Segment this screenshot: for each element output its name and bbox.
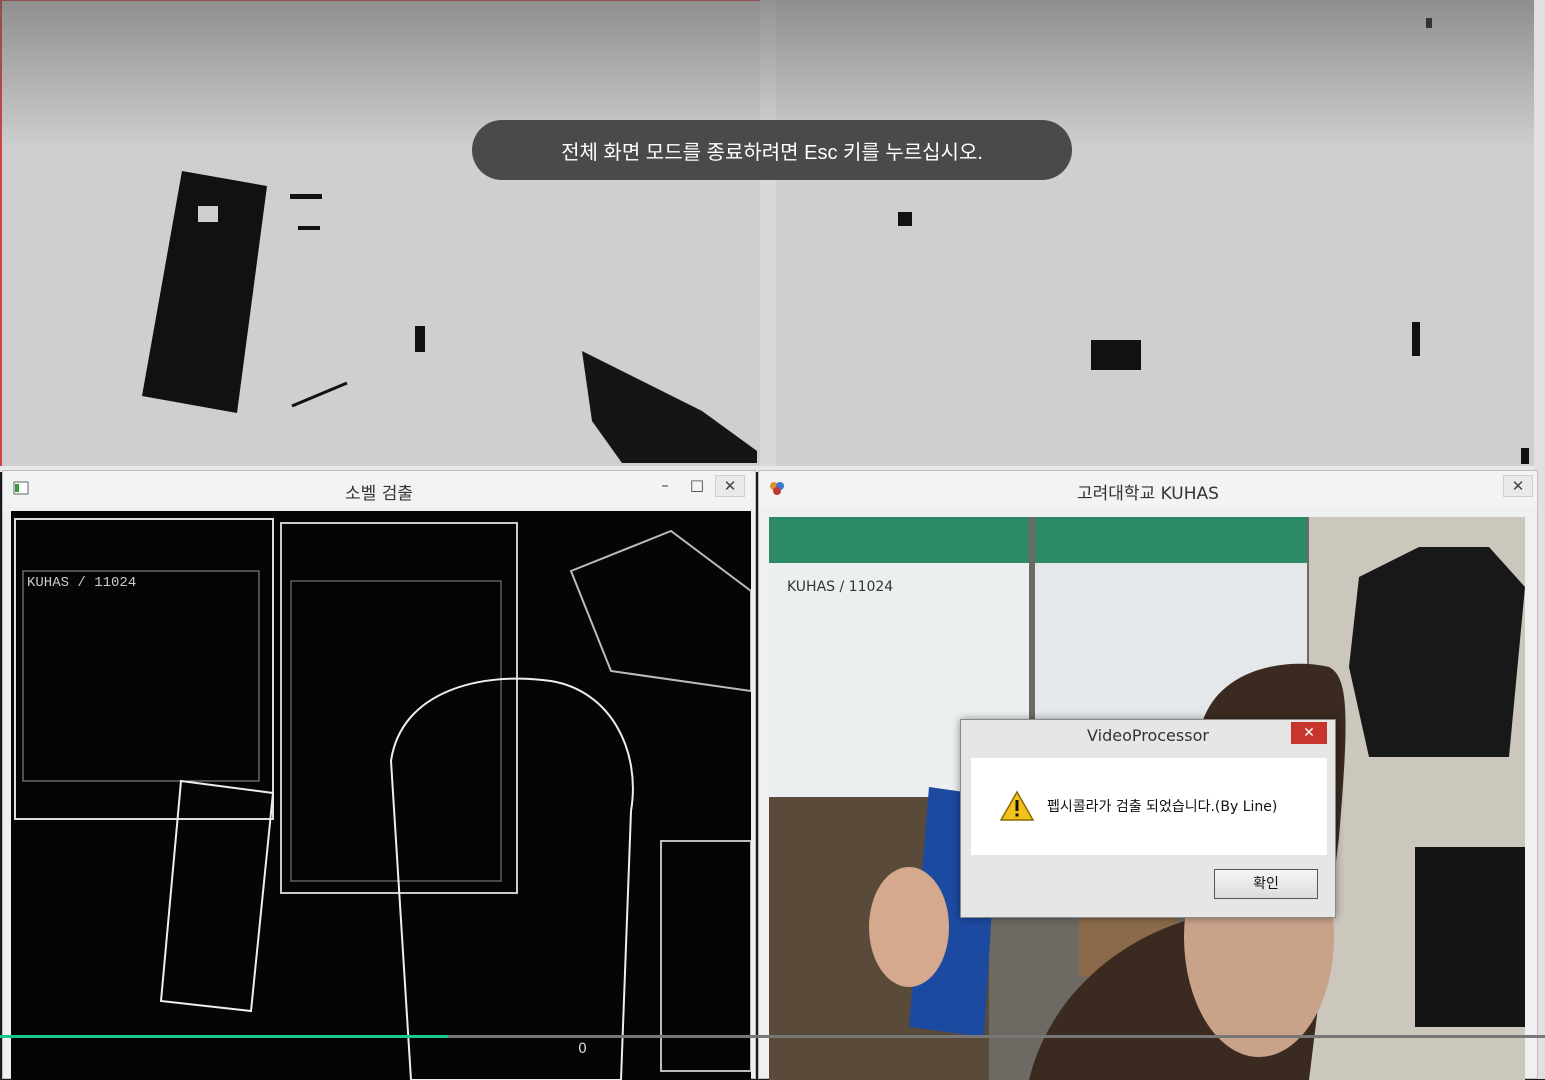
video-processor-dialog[interactable]: VideoProcessor ✕ 펩시콜라가 검출 되었습니다.(By Line… bbox=[960, 719, 1336, 918]
dialog-body: 펩시콜라가 검출 되었습니다.(By Line) bbox=[971, 758, 1327, 855]
sobel-window[interactable]: 소벨 검출 – □ ✕ KUHAS / 11024 bbox=[2, 470, 756, 1080]
video-seek-bar[interactable] bbox=[0, 1035, 1545, 1038]
dialog-title: VideoProcessor bbox=[1087, 726, 1209, 745]
sobel-edge-image bbox=[14, 518, 751, 1080]
minimize-button[interactable]: – bbox=[651, 475, 679, 495]
sobel-titlebar[interactable]: 소벨 검출 – □ ✕ bbox=[3, 471, 755, 507]
camera-titlebar[interactable]: 고려대학교 KUHAS ✕ bbox=[759, 471, 1537, 507]
close-button[interactable]: ✕ bbox=[1503, 475, 1533, 497]
dialog-close-button[interactable]: ✕ bbox=[1291, 722, 1327, 744]
camera-poster-label: KUHAS / 11024 bbox=[787, 579, 894, 595]
sobel-window-title: 소벨 검출 bbox=[345, 484, 413, 504]
seek-position-label: 0 bbox=[578, 1041, 587, 1057]
close-button[interactable]: ✕ bbox=[715, 475, 745, 497]
seek-progress-fill bbox=[0, 1035, 449, 1038]
dialog-message: 펩시콜라가 검출 되었습니다.(By Line) bbox=[1047, 799, 1278, 815]
sobel-edge-video: KUHAS / 11024 bbox=[11, 511, 751, 1080]
maximize-button[interactable]: □ bbox=[683, 475, 711, 495]
camera-window-title: 고려대학교 KUHAS bbox=[1077, 484, 1219, 504]
ok-button[interactable]: 확인 bbox=[1214, 869, 1318, 899]
fullscreen-exit-notice: 전체 화면 모드를 종료하려면 Esc 키를 누르십시오. bbox=[472, 120, 1072, 180]
warning-icon bbox=[999, 790, 1035, 821]
sobel-poster-label: KUHAS / 11024 bbox=[27, 575, 137, 591]
